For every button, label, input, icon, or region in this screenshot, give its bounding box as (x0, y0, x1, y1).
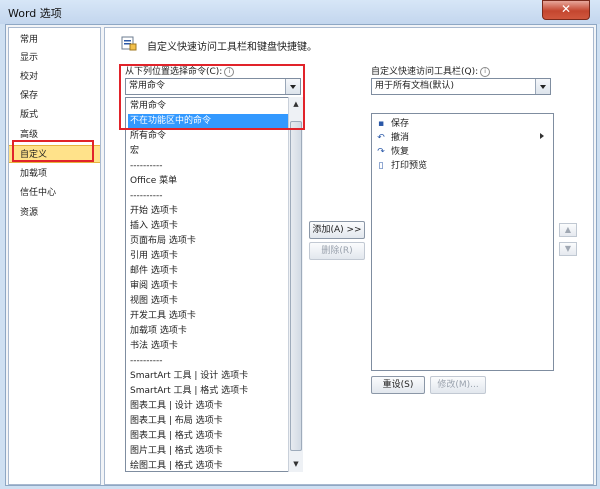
scroll-thumb[interactable] (290, 121, 302, 451)
info-icon: i (480, 66, 491, 77)
nav-item-display[interactable]: 显示 (9, 49, 100, 67)
list-item[interactable]: 开始 选项卡 (128, 204, 290, 219)
list-separator: ---------- (130, 191, 163, 201)
nav-item-common[interactable]: 常用 (9, 31, 100, 49)
nav-item-addins[interactable]: 加载项 (9, 165, 100, 183)
nav-item-save[interactable]: 保存 (9, 87, 100, 105)
list-item[interactable]: 图片工具 | 格式 选项卡 (128, 444, 290, 459)
list-separator: ---------- (130, 356, 163, 366)
list-separator: ---------- (130, 161, 163, 171)
list-item[interactable]: 所有命令 (128, 129, 290, 144)
list-item[interactable]: 绘图工具 | 格式 选项卡 (128, 459, 290, 471)
nav-item-resources[interactable]: 资源 (9, 204, 100, 222)
qat-label: 自定义快速访问工具栏(Q): i (371, 64, 491, 77)
qat-item-redo[interactable]: ↷ 恢复 (376, 145, 409, 159)
submenu-arrow-icon[interactable] (540, 133, 544, 139)
qat-label-text: 自定义快速访问工具栏(Q): (371, 67, 479, 77)
list-item[interactable]: 插入 选项卡 (128, 219, 290, 234)
list-item[interactable]: Office 菜单 (128, 174, 290, 189)
qat-item-save[interactable]: ▪ 保存 (376, 117, 409, 131)
qat-scope-dropdown[interactable]: 用于所有文档(默认) (371, 78, 551, 95)
annotation-highlight-nav (12, 140, 94, 162)
remove-button-label: 删除(R) (321, 246, 353, 256)
qat-scope-value: 用于所有文档(默认) (375, 81, 455, 91)
qat-item-print-preview[interactable]: ▯ 打印预览 (376, 159, 428, 173)
list-item[interactable]: SmartArt 工具 | 设计 选项卡 (128, 369, 290, 384)
qat-item-undo[interactable]: ↶ 撤消 (376, 131, 409, 145)
reset-button[interactable]: 重设(S) (371, 376, 425, 394)
move-up-button[interactable]: ▲ (559, 223, 577, 237)
commands-dropdown-list: 常用命令 不在功能区中的命令 所有命令 宏 ---------- Office … (125, 97, 303, 472)
chevron-down-icon[interactable] (535, 79, 550, 94)
remove-button[interactable]: 删除(R) (309, 242, 365, 260)
list-item[interactable]: 审阅 选项卡 (128, 279, 290, 294)
section-header: 自定义快速访问工具栏和键盘快捷键。 (147, 42, 317, 53)
list-item[interactable]: 书法 选项卡 (128, 339, 290, 354)
options-nav: 常用 显示 校对 保存 版式 高级 自定义 加载项 信任中心 资源 (8, 27, 101, 485)
redo-icon: ↷ (377, 146, 385, 157)
list-item[interactable]: SmartArt 工具 | 格式 选项卡 (128, 384, 290, 399)
modify-button-label: 修改(M)... (437, 380, 479, 390)
list-item[interactable]: 邮件 选项卡 (128, 264, 290, 279)
list-scrollbar[interactable]: ▲ ▼ (288, 97, 303, 472)
save-icon: ▪ (377, 118, 385, 129)
nav-item-proofing[interactable]: 校对 (9, 68, 100, 86)
qat-item-label: 撤消 (391, 133, 410, 143)
nav-item-trust-center[interactable]: 信任中心 (9, 184, 100, 202)
add-button[interactable]: 添加(A) >> (309, 221, 365, 239)
window-title: Word 选项 (8, 7, 62, 20)
scroll-down-icon[interactable]: ▼ (290, 458, 302, 470)
list-item[interactable]: 图表工具 | 格式 选项卡 (128, 429, 290, 444)
nav-item-layout[interactable]: 版式 (9, 106, 100, 124)
title-bar (0, 0, 600, 24)
move-down-button[interactable]: ▼ (559, 242, 577, 256)
undo-icon: ↶ (377, 132, 385, 143)
annotation-highlight-dropdown (119, 64, 305, 130)
qat-item-label: 保存 (391, 119, 410, 129)
list-item[interactable]: 宏 (128, 144, 290, 159)
customize-icon (121, 36, 137, 51)
reset-button-label: 重设(S) (382, 380, 414, 390)
list-item[interactable]: 图表工具 | 布局 选项卡 (128, 414, 290, 429)
list-item[interactable]: 引用 选项卡 (128, 249, 290, 264)
print-preview-icon: ▯ (378, 160, 384, 171)
list-item[interactable]: 页面布局 选项卡 (128, 234, 290, 249)
list-item[interactable]: 图表工具 | 设计 选项卡 (128, 399, 290, 414)
list-item[interactable]: 加载项 选项卡 (128, 324, 290, 339)
modify-button[interactable]: 修改(M)... (430, 376, 486, 394)
qat-item-label: 打印预览 (391, 161, 428, 171)
list-item[interactable]: 开发工具 选项卡 (128, 309, 290, 324)
close-button[interactable]: ✕ (542, 0, 590, 20)
qat-item-label: 恢复 (391, 147, 410, 157)
qat-commands-list: ▪ 保存 ↶ 撤消 ↷ 恢复 ▯ 打印预览 (371, 113, 554, 371)
add-button-label: 添加(A) >> (312, 225, 362, 235)
list-item[interactable]: 视图 选项卡 (128, 294, 290, 309)
